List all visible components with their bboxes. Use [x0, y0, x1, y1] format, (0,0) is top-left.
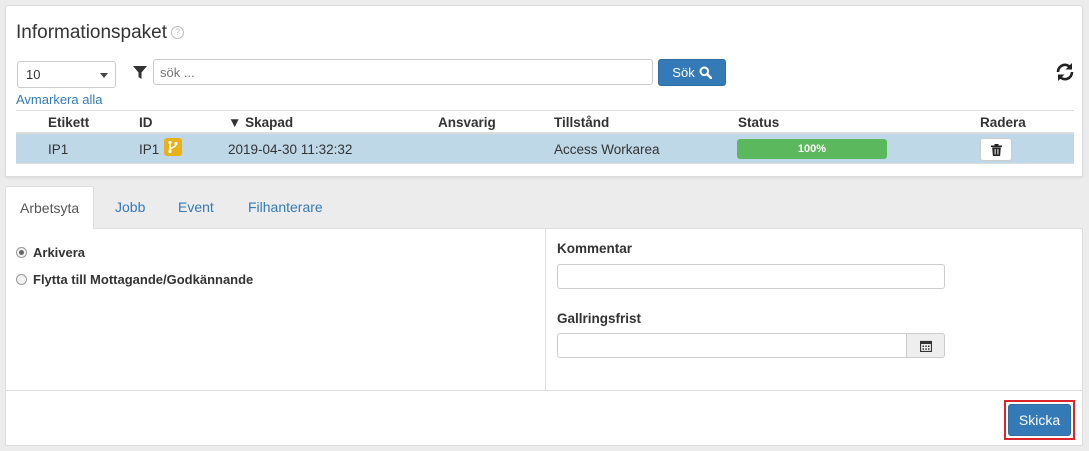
- cell-created: 2019-04-30 11:32:32: [228, 142, 353, 157]
- caret-down-icon: [100, 73, 108, 78]
- unselect-all-link[interactable]: Avmarkera alla: [16, 92, 102, 107]
- branch-badge-icon[interactable]: [164, 138, 182, 156]
- cell-id: IP1: [139, 142, 160, 157]
- radio-move-to-reception[interactable]: [16, 274, 27, 285]
- status-progress-bar: 100%: [737, 139, 887, 159]
- tab-filemanager[interactable]: Filhanterare: [234, 186, 337, 229]
- page-size-select[interactable]: 10: [17, 61, 116, 88]
- retention-date-input[interactable]: [557, 333, 907, 358]
- cell-state: Access Workarea: [554, 142, 660, 157]
- tab-workarea[interactable]: Arbetsyta: [5, 186, 95, 230]
- search-button[interactable]: Sök: [658, 59, 726, 86]
- calendar-button[interactable]: [906, 333, 945, 358]
- trash-icon: [990, 143, 1002, 156]
- ip-table: Etikett ID ▼ Skapad Ansvarig Tillstånd S…: [16, 110, 1074, 164]
- tab-jobs[interactable]: Jobb: [101, 186, 159, 229]
- option-archive[interactable]: Arkivera: [16, 245, 85, 260]
- header-created[interactable]: ▼ Skapad: [228, 115, 293, 130]
- header-delete: Radera: [980, 115, 1026, 130]
- information-package-panel: Informationspaket? 10 Sök Avmarkera alla…: [5, 5, 1083, 177]
- calendar-icon: [919, 340, 932, 352]
- table-header: Etikett ID ▼ Skapad Ansvarig Tillstånd S…: [16, 110, 1074, 134]
- action-options: Arkivera Flytta till Mottagande/Godkänna…: [6, 229, 546, 390]
- table-row[interactable]: IP1 IP1 2019-04-30 11:32:32 Access Worka…: [16, 134, 1074, 164]
- header-responsible[interactable]: Ansvarig: [438, 115, 496, 130]
- search-icon: [699, 66, 712, 79]
- submit-form: Kommentar Gallringsfrist: [547, 229, 1082, 390]
- workarea-content: Arkivera Flytta till Mottagande/Godkänna…: [5, 229, 1083, 446]
- tab-bar: Arbetsyta Jobb Event Filhanterare: [5, 186, 1083, 230]
- form-footer: Skicka: [6, 390, 1082, 445]
- header-state[interactable]: Tillstånd: [554, 115, 609, 130]
- delete-button[interactable]: [980, 138, 1012, 161]
- header-status[interactable]: Status: [738, 115, 779, 130]
- question-circle-icon[interactable]: ?: [171, 26, 185, 39]
- refresh-icon[interactable]: [1054, 61, 1076, 83]
- progress-fill: 100%: [737, 139, 887, 159]
- search-input[interactable]: [153, 59, 653, 85]
- page-size-value: 10: [26, 67, 41, 82]
- header-label[interactable]: Etikett: [48, 115, 89, 130]
- submit-button[interactable]: Skicka: [1008, 404, 1071, 436]
- cell-label: IP1: [48, 142, 69, 157]
- panel-title: Informationspaket?: [16, 22, 185, 44]
- filter-icon[interactable]: [133, 66, 147, 80]
- tab-events[interactable]: Event: [164, 186, 228, 229]
- comment-label: Kommentar: [557, 241, 633, 256]
- radio-archive[interactable]: [16, 247, 27, 258]
- detail-panel: Arbetsyta Jobb Event Filhanterare Arkive…: [5, 186, 1083, 446]
- retention-label: Gallringsfrist: [557, 311, 642, 326]
- header-id[interactable]: ID: [139, 115, 153, 130]
- option-move-to-reception[interactable]: Flytta till Mottagande/Godkännande: [16, 272, 253, 287]
- submit-highlight: Skicka: [1004, 400, 1075, 440]
- comment-input[interactable]: [557, 264, 945, 289]
